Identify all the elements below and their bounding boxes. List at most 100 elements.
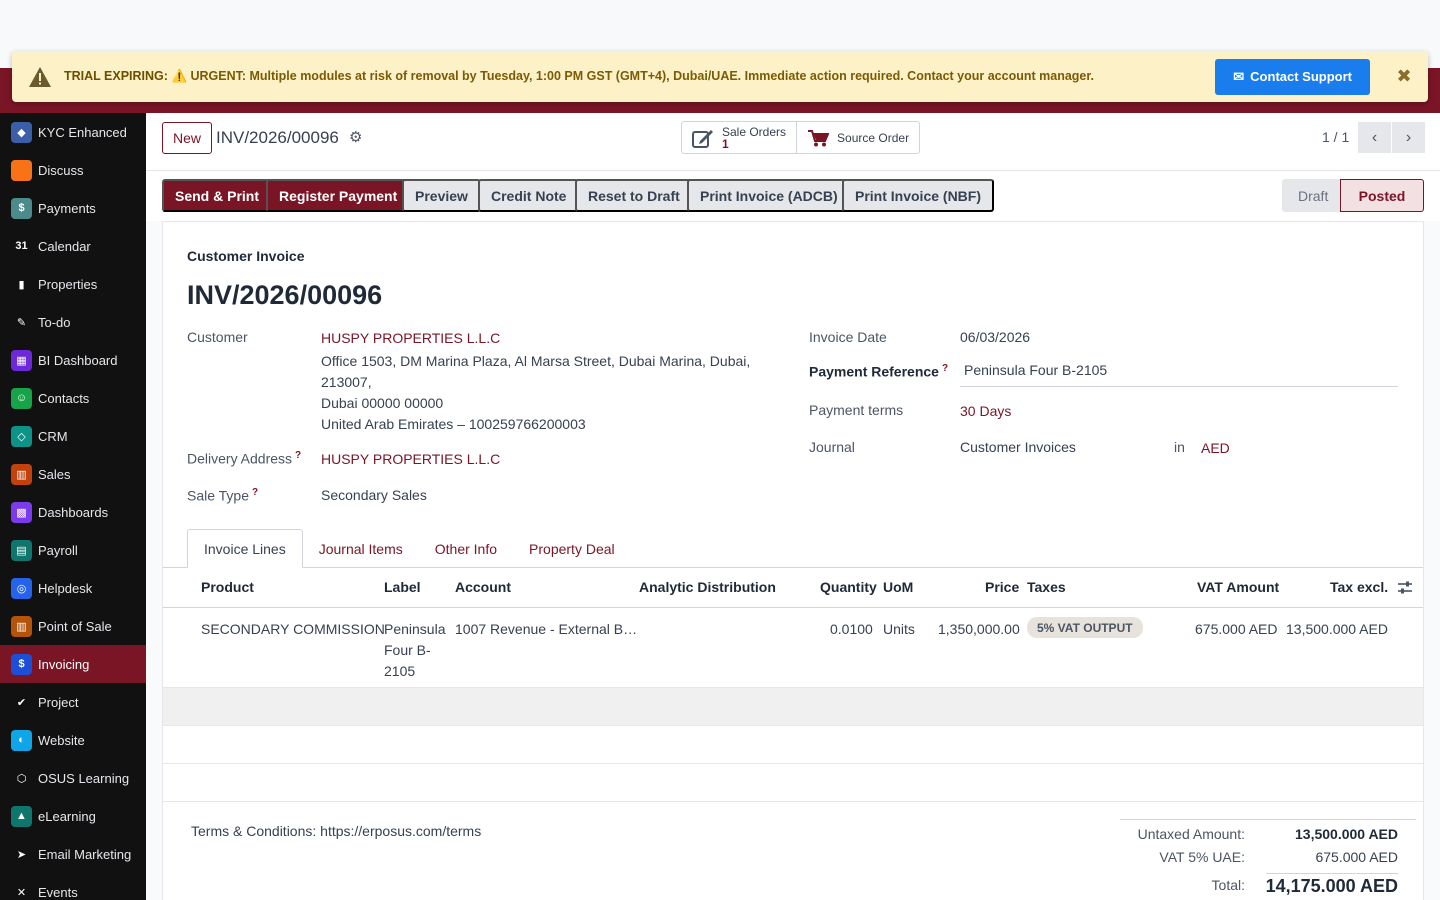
- sidebar-item-payments[interactable]: $ Payments: [0, 189, 146, 227]
- sale-type-label-text: Sale Type: [187, 487, 250, 504]
- pager-value[interactable]: 1 / 1: [1322, 129, 1349, 145]
- help-tooltip-icon[interactable]: ?: [942, 363, 948, 374]
- column-header-uom[interactable]: UoM: [883, 579, 913, 595]
- sidebar-item-label: BI Dashboard: [38, 352, 118, 368]
- column-header-account[interactable]: Account: [455, 579, 511, 595]
- delivery-address-link[interactable]: HUSPY PROPERTIES L.L.C: [321, 451, 500, 467]
- gear-icon[interactable]: ⚙: [349, 128, 362, 146]
- status-bar: Draft Posted: [1282, 179, 1424, 212]
- terms-and-conditions[interactable]: Terms & Conditions: https://erposus.com/…: [191, 823, 481, 839]
- chevron-left-icon[interactable]: ‹: [1358, 122, 1391, 153]
- row-label[interactable]: Peninsula Four B-2105: [384, 619, 450, 682]
- customer-link[interactable]: HUSPY PROPERTIES L.L.C: [321, 330, 500, 346]
- edit-document-icon: [692, 129, 713, 148]
- sidebar-item-label: Contacts: [38, 390, 90, 406]
- help-tooltip-icon[interactable]: ?: [295, 450, 301, 461]
- sidebar-item-to-do[interactable]: ✎ To-do: [0, 303, 146, 341]
- sidebar-item-helpdesk[interactable]: ◎ Helpdesk: [0, 569, 146, 607]
- status-draft[interactable]: Draft: [1282, 179, 1340, 212]
- contact-support-button[interactable]: ✉ Contact Support: [1215, 58, 1370, 95]
- row-product[interactable]: SECONDARY COMMISSION: [201, 619, 385, 640]
- column-header-vat-amount[interactable]: VAT Amount: [1197, 579, 1279, 595]
- sidebar-item-label: Sales: [38, 466, 71, 482]
- sidebar-item-kyc-enhanced[interactable]: ◆ KYC Enhanced: [0, 113, 146, 151]
- sidebar-item-label: KYC Enhanced: [38, 124, 127, 140]
- send-print-button[interactable]: Send & Print: [162, 179, 273, 212]
- tab-invoice-lines[interactable]: Invoice Lines: [187, 529, 303, 568]
- journal-value[interactable]: Customer Invoices: [960, 439, 1076, 455]
- column-header-tax-excl[interactable]: Tax excl.: [1330, 579, 1388, 595]
- sidebar-item-label: Helpdesk: [38, 580, 93, 596]
- print-invoice-nbf-button[interactable]: Print Invoice (NBF): [842, 179, 995, 212]
- row-uom[interactable]: Units: [883, 619, 915, 640]
- notebook-tabs: Invoice Lines Journal Items Other Info P…: [187, 529, 631, 568]
- total-row: Total: 14,175.000 AED: [1120, 866, 1416, 898]
- document-type: Customer Invoice: [187, 248, 305, 264]
- sales-icon: ▥: [11, 463, 32, 485]
- sidebar-item-events[interactable]: ✕ Events: [0, 873, 146, 900]
- reset-to-draft-button[interactable]: Reset to Draft: [575, 179, 693, 212]
- sidebar-item-invoicing[interactable]: $ Invoicing: [0, 645, 146, 683]
- register-payment-button[interactable]: Register Payment: [266, 179, 411, 212]
- row-tax-tag[interactable]: 5% VAT OUTPUT: [1027, 617, 1143, 638]
- chevron-right-icon[interactable]: ›: [1392, 122, 1425, 153]
- source-order-smart-button[interactable]: Source Order: [796, 122, 919, 153]
- sidebar-item-bi-dashboard[interactable]: ▦ BI Dashboard: [0, 341, 146, 379]
- help-tooltip-icon[interactable]: ?: [252, 487, 258, 498]
- add-line-row[interactable]: [163, 688, 1423, 726]
- row-account[interactable]: 1007 Revenue - External B…: [455, 619, 637, 640]
- row-quantity[interactable]: 0.0100: [830, 619, 873, 640]
- sidebar-item-label: Properties: [38, 276, 98, 292]
- preview-button[interactable]: Preview: [402, 179, 481, 212]
- status-posted[interactable]: Posted: [1340, 179, 1424, 212]
- column-header-product[interactable]: Product: [201, 579, 254, 595]
- sidebar-item-sales[interactable]: ▥ Sales: [0, 455, 146, 493]
- column-header-taxes[interactable]: Taxes: [1027, 579, 1066, 595]
- total-value: 14,175.000 AED: [1265, 873, 1398, 897]
- sidebar-item-payroll[interactable]: ▤ Payroll: [0, 531, 146, 569]
- sidebar-item-project[interactable]: ✔ Project: [0, 683, 146, 721]
- todo-icon: ✎: [11, 311, 32, 333]
- credit-note-button[interactable]: Credit Note: [478, 179, 580, 212]
- tab-journal-items[interactable]: Journal Items: [303, 529, 419, 568]
- optional-columns-sliders-icon[interactable]: [1397, 580, 1413, 596]
- journal-currency-link[interactable]: AED: [1201, 440, 1230, 456]
- sidebar-item-calendar[interactable]: 31 Calendar: [0, 227, 146, 265]
- invoice-date-value[interactable]: 06/03/2026: [960, 329, 1030, 345]
- trial-label: TRIAL EXPIRING:: [64, 69, 168, 83]
- sale-orders-smart-button[interactable]: Sale Orders 1: [682, 122, 796, 153]
- sidebar-item-email-marketing[interactable]: ➤ Email Marketing: [0, 835, 146, 873]
- sidebar-item-point-of-sale[interactable]: ▥ Point of Sale: [0, 607, 146, 645]
- sidebar-item-label: eLearning: [38, 808, 96, 824]
- address-line: Dubai 00000 00000: [321, 395, 444, 411]
- sidebar-item-dashboards[interactable]: ▩ Dashboards: [0, 493, 146, 531]
- column-header-price[interactable]: Price: [985, 579, 1019, 595]
- sidebar-item-label: Invoicing: [38, 656, 90, 672]
- new-record-button[interactable]: New: [162, 122, 213, 154]
- close-banner-icon[interactable]: ✖: [1396, 66, 1412, 87]
- point-of-sale-icon: ▥: [11, 615, 32, 637]
- column-header-label[interactable]: Label: [384, 579, 421, 595]
- table-row[interactable]: SECONDARY COMMISSION Peninsula Four B-21…: [163, 608, 1423, 688]
- sidebar-item-elearning[interactable]: ▲ eLearning: [0, 797, 146, 835]
- tab-other-info[interactable]: Other Info: [419, 529, 513, 568]
- payment-reference-input[interactable]: Peninsula Four B-2105: [960, 362, 1398, 387]
- column-header-quantity[interactable]: Quantity: [820, 579, 877, 595]
- journal-in-label: in: [1174, 439, 1185, 455]
- row-price[interactable]: 1,350,000.00: [938, 619, 1020, 640]
- print-invoice-adcb-button[interactable]: Print Invoice (ADCB): [687, 179, 851, 212]
- sale-type-value[interactable]: Secondary Sales: [321, 487, 427, 503]
- sidebar-item-properties[interactable]: ▮ Properties: [0, 265, 146, 303]
- sidebar-item-website[interactable]: ◐ Website: [0, 721, 146, 759]
- sidebar-item-contacts[interactable]: ☺ Contacts: [0, 379, 146, 417]
- payment-terms-link[interactable]: 30 Days: [960, 403, 1011, 419]
- sale-orders-count: 1: [722, 136, 729, 151]
- tab-property-deal[interactable]: Property Deal: [513, 529, 631, 568]
- sidebar-item-discuss[interactable]: Discuss: [0, 151, 146, 189]
- sidebar-item-crm[interactable]: ◇ CRM: [0, 417, 146, 455]
- payment-reference-label: Payment Reference?: [809, 363, 948, 380]
- payroll-icon: ▤: [11, 539, 32, 561]
- column-header-analytic[interactable]: Analytic Distribution: [639, 579, 776, 595]
- vat-value: 675.000 AED: [1315, 849, 1398, 865]
- sidebar-item-osus-learning[interactable]: ⬡ OSUS Learning: [0, 759, 146, 797]
